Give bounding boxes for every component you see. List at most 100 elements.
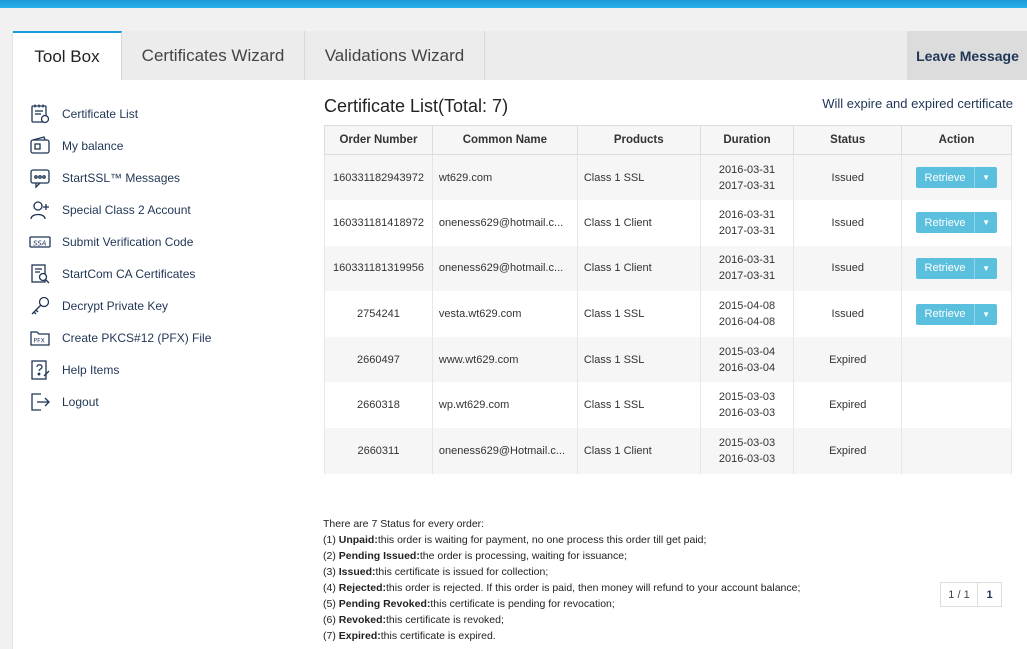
end-date: 2016-04-08 xyxy=(718,316,776,329)
page-info: 1 / 1 xyxy=(940,582,978,607)
column-header[interactable]: Order Number xyxy=(324,125,433,155)
status-cell: Issued xyxy=(793,245,903,292)
action-cell xyxy=(901,336,1012,383)
table-row: 160331181418972 oneness629@hotmail.c... Cl… xyxy=(324,200,1012,246)
status-note: (2) Pending Issued:the order is processi… xyxy=(323,548,800,564)
note-text: this certificate is issued for collectio… xyxy=(375,566,549,578)
column-header[interactable]: Duration xyxy=(699,125,795,155)
sidebar-item-startssl-messages[interactable]: StartSSL™ Messages xyxy=(29,162,289,194)
add-user-icon xyxy=(29,199,51,221)
end-date: 2017-03-31 xyxy=(718,179,776,192)
caret-down-icon[interactable]: ▼ xyxy=(975,303,998,325)
note-term: Expired: xyxy=(338,630,381,642)
note-prefix: (7) xyxy=(323,630,339,642)
retrieve-split-button: Retrieve ▼ xyxy=(916,257,998,279)
column-header[interactable]: Status xyxy=(793,125,903,155)
status-note: (3) Issued:this certificate is issued fo… xyxy=(323,564,800,580)
note-term: Issued: xyxy=(338,566,376,578)
tab-validations-wizard[interactable]: Validations Wizard xyxy=(305,31,485,80)
end-date: 2016-03-03 xyxy=(718,407,776,420)
duration-cell: 2015-04-08 2016-04-08 xyxy=(699,291,795,337)
order-number-cell: 160331182943972 xyxy=(324,154,433,201)
sidebar-item-startcom-ca[interactable]: StartCom CA Certificates xyxy=(29,258,289,290)
top-accent-bar xyxy=(0,0,1027,8)
duration-cell: 2016-03-31 2017-03-31 xyxy=(699,154,795,201)
table-header-row: Order Number Common Name Products Durati… xyxy=(324,125,1012,155)
column-header[interactable]: Products xyxy=(576,125,701,155)
status-note: (4) Rejected:this order is rejected. If … xyxy=(323,580,800,596)
sidebar-item-label: Logout xyxy=(62,395,99,409)
sidebar-item-special-class-2[interactable]: Special Class 2 Account xyxy=(29,194,289,226)
sidebar-item-logout[interactable]: Logout xyxy=(29,386,289,418)
status-cell: Issued xyxy=(793,200,903,246)
note-text: this order is waiting for payment, no on… xyxy=(377,534,707,546)
product-cell: Class 1 SSL xyxy=(576,382,701,429)
action-cell: Retrieve ▼ xyxy=(901,291,1012,337)
column-header[interactable]: Action xyxy=(901,125,1012,155)
retrieve-button[interactable]: Retrieve xyxy=(916,212,976,234)
sidebar: Certificate List My balance StartSSL™ Me… xyxy=(29,98,289,418)
certificate-table: Order Number Common Name Products Durati… xyxy=(324,125,1012,474)
note-term: Rejected: xyxy=(338,582,387,594)
retrieve-button[interactable]: Retrieve xyxy=(916,167,976,189)
status-note: (5) Pending Revoked:this certificate is … xyxy=(323,596,800,612)
page-number-button[interactable]: 1 xyxy=(978,582,1002,607)
status-cell: Expired xyxy=(793,428,903,474)
retrieve-split-button: Retrieve ▼ xyxy=(916,303,998,325)
product-cell: Class 1 SSL xyxy=(576,291,701,337)
sidebar-item-create-pkcs12[interactable]: PFX Create PKCS#12 (PFX) File xyxy=(29,322,289,354)
caret-down-icon[interactable]: ▼ xyxy=(975,257,998,279)
end-date: 2016-03-03 xyxy=(718,452,776,465)
help-icon xyxy=(29,359,51,381)
common-name-cell: oneness629@hotmail.c... xyxy=(431,200,578,246)
column-header[interactable]: Common Name xyxy=(431,125,578,155)
leave-message-button[interactable]: Leave Message xyxy=(907,31,1027,80)
start-date: 2015-03-03 xyxy=(718,391,776,404)
table-row: 160331181319956 oneness629@hotmail.c... Cl… xyxy=(324,245,1012,292)
caret-down-icon[interactable]: ▼ xyxy=(975,167,998,189)
status-note: (1) Unpaid:this order is waiting for pay… xyxy=(323,532,800,548)
sidebar-item-label: StartCom CA Certificates xyxy=(62,267,196,281)
table-row: 2754241 vesta.wt629.com Class 1 SSL 2015-04… xyxy=(324,291,1012,337)
end-date: 2017-03-31 xyxy=(718,270,776,283)
wallet-icon xyxy=(29,135,51,157)
common-name-cell: wt629.com xyxy=(431,154,578,201)
note-text: the order is processing, waiting for iss… xyxy=(419,550,628,562)
pagination: 1 / 1 1 xyxy=(940,582,1002,607)
product-cell: Class 1 Client xyxy=(576,200,701,246)
tab-certificates-wizard[interactable]: Certificates Wizard xyxy=(122,31,305,80)
pfx-folder-icon: PFX xyxy=(29,327,51,349)
note-term: Pending Issued: xyxy=(338,550,420,562)
product-cell: Class 1 SSL xyxy=(576,154,701,201)
tab-tool-box[interactable]: Tool Box xyxy=(13,31,122,80)
retrieve-button[interactable]: Retrieve xyxy=(916,257,976,279)
duration-cell: 2015-03-03 2016-03-03 xyxy=(699,382,795,429)
action-cell xyxy=(901,428,1012,474)
product-cell: Class 1 Client xyxy=(576,428,701,474)
action-cell xyxy=(901,382,1012,429)
end-date: 2016-03-04 xyxy=(718,361,776,374)
caret-down-icon[interactable]: ▼ xyxy=(975,212,998,234)
note-prefix: (3) xyxy=(323,566,339,578)
sidebar-item-help[interactable]: Help Items xyxy=(29,354,289,386)
expire-filter-link[interactable]: Will expire and expired certificate xyxy=(822,96,1013,111)
order-number-cell: 2660311 xyxy=(324,428,433,474)
status-note: (6) Revoked:this certificate is revoked; xyxy=(323,612,800,628)
order-number-cell: 2660497 xyxy=(324,336,433,383)
sidebar-item-submit-verification[interactable]: SSA Submit Verification Code xyxy=(29,226,289,258)
note-prefix: (6) xyxy=(323,614,339,626)
sidebar-item-decrypt-key[interactable]: Decrypt Private Key xyxy=(29,290,289,322)
retrieve-button[interactable]: Retrieve xyxy=(916,303,976,325)
start-date: 2016-03-31 xyxy=(718,254,776,267)
sidebar-item-certificate-list[interactable]: Certificate List xyxy=(29,98,289,130)
page-title: Certificate List(Total: 7) xyxy=(324,96,509,116)
ssa-icon: SSA xyxy=(29,231,51,253)
retrieve-split-button: Retrieve ▼ xyxy=(916,167,998,189)
sidebar-item-label: Special Class 2 Account xyxy=(62,203,191,217)
note-prefix: (5) xyxy=(323,598,339,610)
sidebar-item-my-balance[interactable]: My balance xyxy=(29,130,289,162)
svg-text:PFX: PFX xyxy=(34,338,45,345)
table-row: 2660318 wp.wt629.com Class 1 SSL 2015-03-03… xyxy=(324,382,1012,429)
common-name-cell: oneness629@hotmail.c... xyxy=(431,245,578,292)
duration-cell: 2016-03-31 2017-03-31 xyxy=(699,245,795,292)
